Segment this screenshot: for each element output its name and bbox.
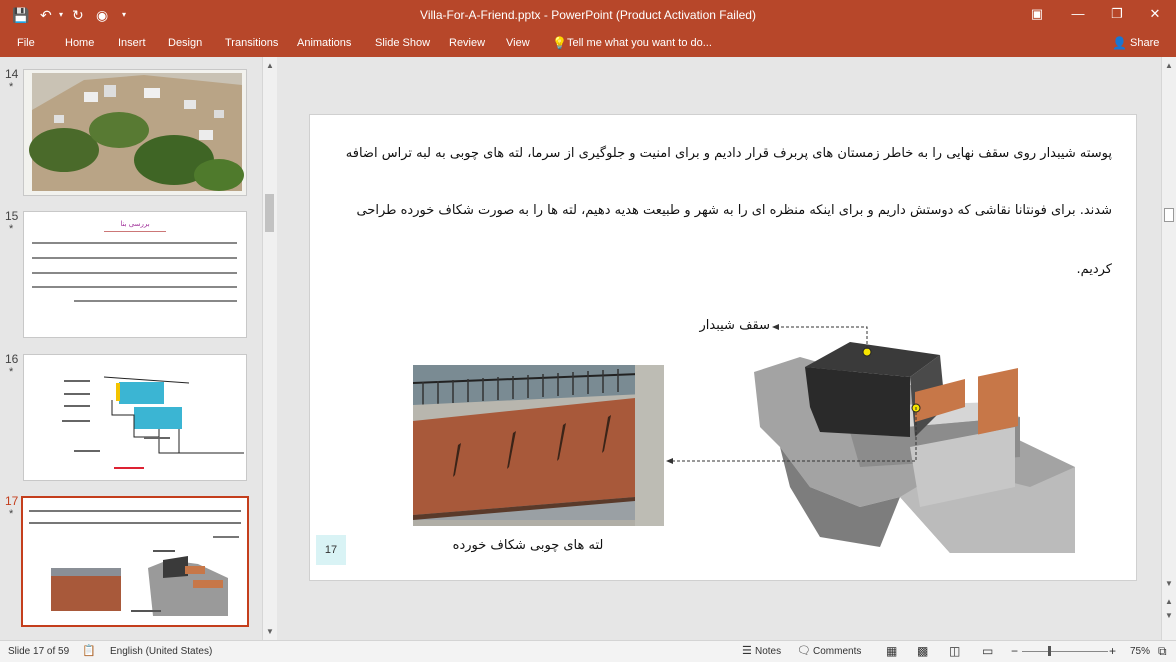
person-icon: 👤: [1112, 36, 1127, 50]
thumbnail-scrollbar[interactable]: ▲ ▼: [262, 57, 277, 640]
wood-caption[interactable]: لته های چوبی شکاف خورده: [413, 538, 643, 553]
section-diagram: [62, 376, 244, 469]
slide-thumbnail-15[interactable]: بررسی بنا: [23, 211, 247, 338]
language-indicator[interactable]: English (United States): [110, 645, 212, 658]
thumbnail-number: 15: [5, 209, 19, 223]
comments-button[interactable]: Comments: [813, 645, 861, 658]
notes-icon[interactable]: ☰: [742, 645, 752, 658]
spellcheck-icon[interactable]: 📋: [82, 645, 96, 658]
zoom-out-icon[interactable]: −: [1011, 645, 1018, 658]
scroll-up-icon[interactable]: ▲: [1162, 59, 1176, 73]
next-slide-icon[interactable]: ▼: [1162, 609, 1176, 623]
scroll-thumb[interactable]: [265, 194, 274, 232]
thumbnail-number: 16: [5, 352, 19, 366]
tab-file[interactable]: File: [17, 34, 35, 52]
animation-star-icon: *: [9, 223, 14, 235]
share-button[interactable]: Share: [1130, 34, 1159, 52]
zoom-level[interactable]: 75%: [1130, 645, 1150, 658]
thumbnail-number: 14: [5, 67, 19, 81]
slide-17[interactable]: پوسته شیبدار روی سقف نهایی را به خاطر زم…: [309, 114, 1137, 581]
zoom-slider[interactable]: [1022, 651, 1108, 652]
canvas-scrollbar[interactable]: ▲ ▼ ▲ ▼: [1161, 57, 1176, 640]
slide-sorter-icon[interactable]: ▩: [917, 645, 928, 658]
annotation-arrows: [666, 324, 917, 464]
maximize-button[interactable]: ❐: [1102, 4, 1132, 24]
slide-preview: [29, 510, 241, 616]
window-title: Villa-For-A-Friend.pptx - PowerPoint (Pr…: [420, 8, 756, 22]
slide-counter: Slide 17 of 59: [8, 646, 70, 657]
lightbulb-icon: 💡: [552, 36, 567, 50]
close-button[interactable]: ✕: [1140, 4, 1170, 24]
animation-star-icon: *: [9, 366, 14, 378]
slide-thumbnail-pane: 14 * 15 * بررسی بنا 16 * 17 *: [0, 57, 262, 640]
previous-slide-icon[interactable]: ▲: [1162, 595, 1176, 609]
tab-view[interactable]: View: [506, 34, 530, 52]
animation-star-icon: *: [9, 508, 14, 520]
tab-transitions[interactable]: Transitions: [225, 34, 278, 52]
reading-view-icon[interactable]: ◫: [949, 645, 960, 658]
tell-me-search[interactable]: Tell me what you want to do...: [567, 34, 712, 52]
hillside-village-photo: [24, 70, 246, 195]
slide-show-icon[interactable]: ▭: [982, 645, 993, 658]
animation-star-icon: *: [9, 81, 14, 93]
zoom-in-icon[interactable]: +: [1109, 645, 1116, 658]
thumbnail-number: 17: [5, 494, 19, 508]
ribbon-tabs: File Home Insert Design Transitions Anim…: [0, 30, 1176, 57]
zoom-slider-thumb[interactable]: [1048, 646, 1051, 656]
ribbon-display-icon[interactable]: ▣: [1022, 4, 1052, 24]
tab-home[interactable]: Home: [65, 34, 94, 52]
tab-animations[interactable]: Animations: [297, 34, 351, 52]
minimize-button[interactable]: —: [1063, 4, 1093, 24]
slide-number-badge: 17: [316, 535, 346, 565]
scroll-down-icon[interactable]: ▼: [263, 625, 277, 639]
slide-thumbnail-16[interactable]: [23, 354, 247, 481]
tab-review[interactable]: Review: [449, 34, 485, 52]
tab-insert[interactable]: Insert: [118, 34, 146, 52]
slide-thumbnail-17[interactable]: [21, 496, 249, 627]
scroll-thumb[interactable]: [1164, 208, 1174, 222]
normal-view-icon[interactable]: ▦: [886, 645, 897, 658]
slide-thumbnail-14[interactable]: [23, 69, 247, 196]
status-bar: Slide 17 of 59 📋 English (United States)…: [0, 640, 1176, 662]
scroll-down-icon[interactable]: ▼: [1162, 577, 1176, 591]
text-lines: [32, 242, 237, 302]
fit-to-window-icon[interactable]: ⧉: [1158, 645, 1167, 658]
comments-icon[interactable]: 🗨: [797, 645, 811, 658]
tab-slide-show[interactable]: Slide Show: [375, 34, 430, 52]
tab-design[interactable]: Design: [168, 34, 202, 52]
roof-label[interactable]: سقف شیبدار: [670, 318, 770, 333]
notes-button[interactable]: Notes: [755, 645, 781, 658]
scroll-up-icon[interactable]: ▲: [263, 59, 277, 73]
title-bar: 💾 ↶ ▾ ↻ ◉ ▾ Villa-For-A-Friend.pptx - Po…: [0, 0, 1176, 30]
